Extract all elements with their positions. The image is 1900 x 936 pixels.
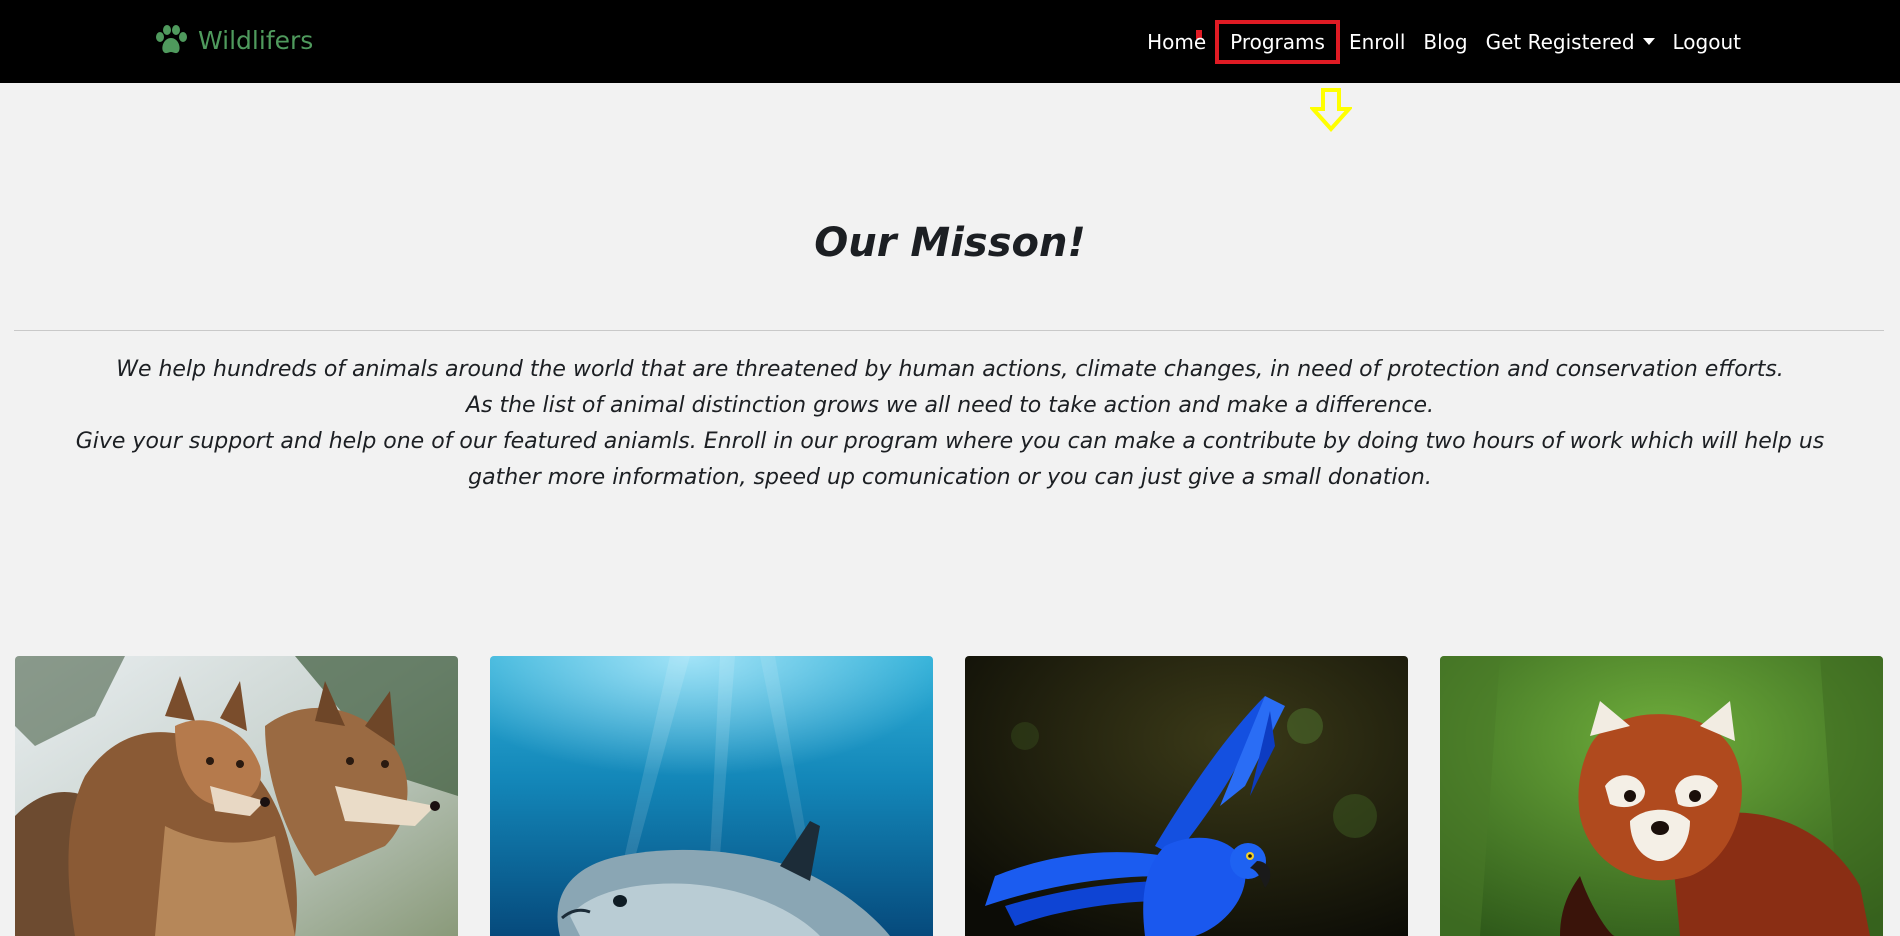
brand-link[interactable]: Wildlifers (154, 25, 313, 55)
card-blue-macaw[interactable] (965, 656, 1408, 936)
top-navbar: Wildlifers Home Programs Enroll Blog Get… (0, 0, 1900, 83)
nav-logout-link[interactable]: Logout (1664, 26, 1750, 58)
blue-macaw-image (965, 656, 1408, 936)
nav-home-link[interactable]: Home (1138, 26, 1215, 58)
divider (14, 330, 1884, 331)
nav-links: Home Programs Enroll Blog Get Registered… (1138, 0, 1750, 83)
nav-get-registered-dropdown[interactable]: Get Registered (1477, 26, 1664, 58)
brand-name: Wildlifers (198, 25, 314, 55)
card-red-wolves[interactable] (15, 656, 458, 936)
red-panda-image (1440, 656, 1883, 936)
nav-programs-link[interactable]: Programs (1215, 19, 1340, 64)
vaquita-porpoise-image (490, 656, 933, 936)
mission-line-1: We help hundreds of animals around the w… (116, 357, 1784, 382)
card-red-panda[interactable] (1440, 656, 1883, 936)
mission-text: We help hundreds of animals around the w… (40, 352, 1860, 496)
mission-line-3: Give your support and help one of our fe… (75, 429, 1825, 490)
nav-blog-link[interactable]: Blog (1414, 26, 1476, 58)
mission-title: Our Misson! (814, 220, 1086, 266)
paw-icon (156, 25, 187, 54)
nav-enroll-link[interactable]: Enroll (1340, 26, 1414, 58)
caret-down-icon (1642, 37, 1655, 45)
get-registered-label: Get Registered (1485, 29, 1635, 54)
down-arrow-icon (1310, 88, 1352, 132)
red-wolves-image (15, 656, 458, 936)
mission-line-2: As the list of animal distinction grows … (465, 393, 1435, 418)
card-vaquita[interactable] (490, 656, 933, 936)
